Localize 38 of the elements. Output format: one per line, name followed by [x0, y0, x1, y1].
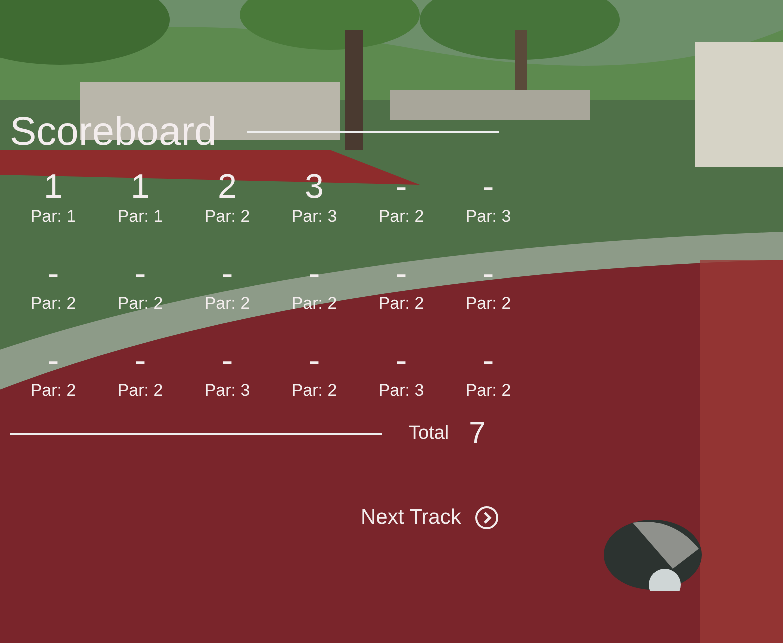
hole-par: Par: 3 [378, 380, 424, 402]
hole-score: - [222, 255, 234, 293]
hole-par: Par: 2 [118, 380, 164, 402]
hole-score: - [482, 342, 494, 380]
hole-par: Par: 1 [30, 206, 76, 228]
hole-score: - [134, 255, 146, 293]
hole-par: Par: 2 [378, 206, 424, 228]
hole-score: - [134, 342, 146, 380]
hole-par: Par: 1 [118, 206, 164, 228]
hole-par: Par: 2 [292, 380, 338, 402]
next-track-button[interactable]: Next Track [361, 506, 500, 530]
hole-par: Par: 2 [466, 293, 512, 315]
hole-par: Par: 2 [118, 293, 164, 315]
hole-score: - [396, 168, 408, 206]
hole-score: - [48, 255, 60, 293]
hole-par: Par: 2 [204, 206, 250, 228]
hole-score: 1 [44, 168, 63, 206]
hole-par: Par: 2 [30, 380, 76, 402]
hole-score: - [396, 255, 408, 293]
hole-par: Par: 2 [30, 293, 76, 315]
hole-score: - [482, 168, 494, 206]
hole-score: 2 [218, 168, 237, 206]
hole-par: Par: 3 [204, 380, 250, 402]
hole-par: Par: 2 [466, 380, 512, 402]
chevron-right-icon [475, 506, 500, 530]
hole-par: Par: 3 [292, 206, 338, 228]
total-value: 7 [469, 417, 486, 451]
hole-score: 1 [131, 168, 150, 206]
total-label: Total [409, 423, 450, 445]
hole-score: - [482, 255, 494, 293]
hole-par: Par: 2 [204, 293, 250, 315]
hole-par: Par: 2 [378, 293, 424, 315]
hole-score: - [48, 342, 60, 380]
hole-score: - [308, 342, 320, 380]
hole-score: - [222, 342, 234, 380]
hole-score: - [396, 342, 408, 380]
hole-score: 3 [305, 168, 324, 206]
hole-par: Par: 3 [466, 206, 512, 228]
